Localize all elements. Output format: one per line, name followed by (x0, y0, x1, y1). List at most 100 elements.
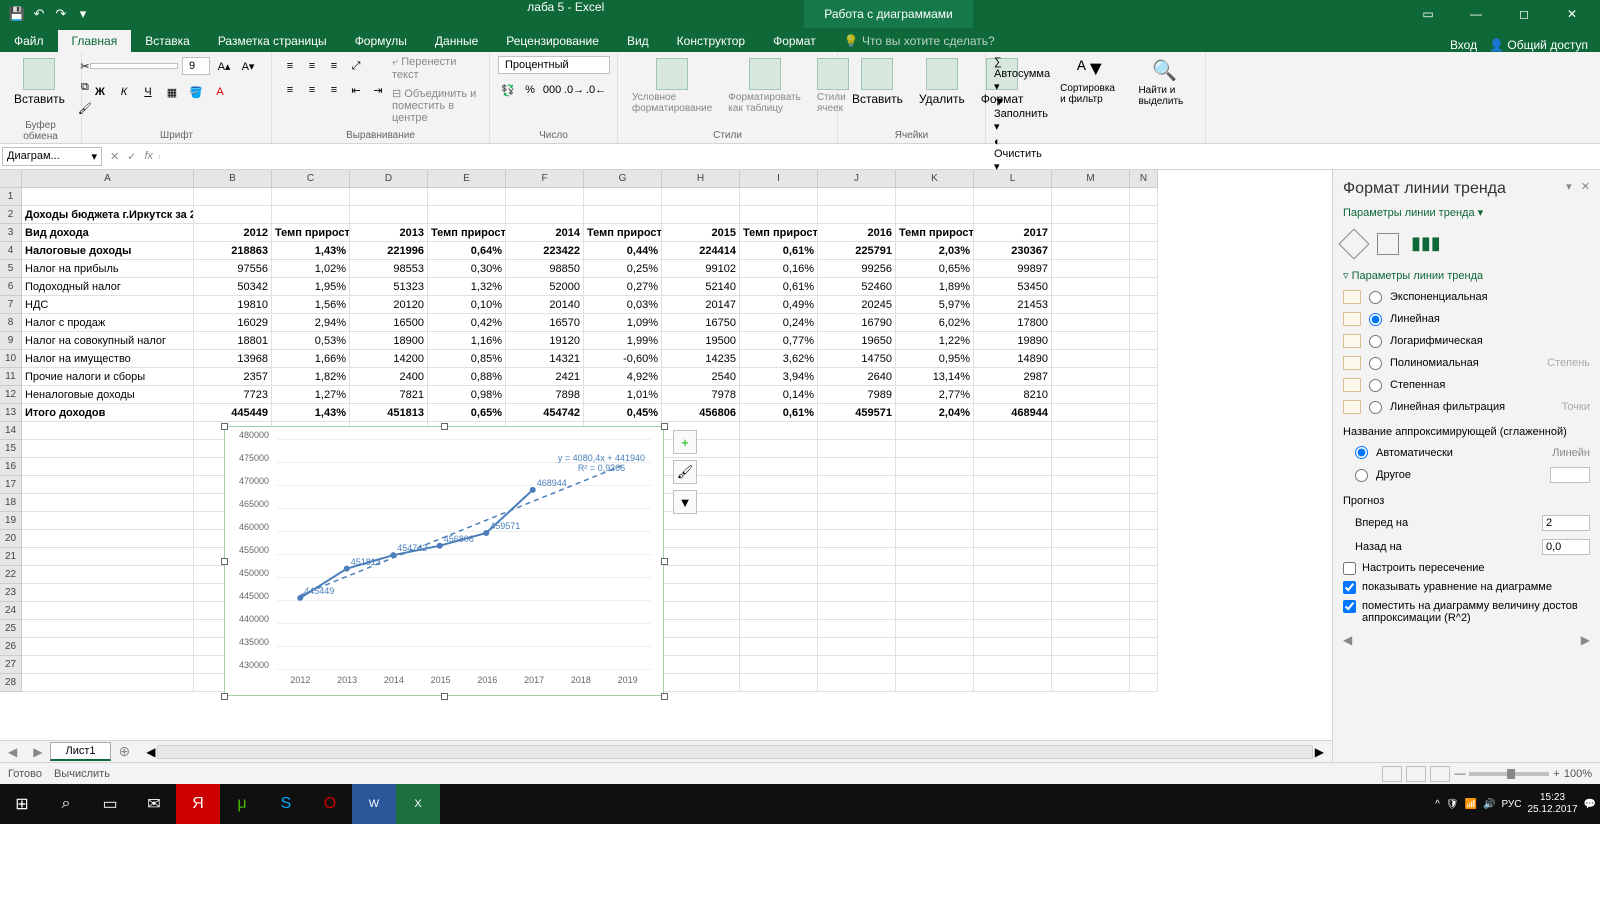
underline-button[interactable]: Ч (138, 82, 158, 102)
mail-icon[interactable]: ✉ (132, 784, 176, 824)
chart-filters-icon[interactable]: ▼ (673, 490, 697, 514)
ribbon-options-icon[interactable]: ▭ (1408, 7, 1448, 21)
linear-radio[interactable] (1369, 313, 1382, 326)
zoom-level[interactable]: 100% (1564, 768, 1592, 780)
increase-font-icon[interactable]: A▴ (214, 56, 234, 76)
comma-icon[interactable]: 000 (542, 80, 562, 100)
sign-in[interactable]: Вход (1450, 38, 1477, 52)
tray-date[interactable]: 25.12.2017 (1527, 804, 1577, 816)
name-box[interactable]: Диаграм...▾ (2, 147, 102, 166)
moving-avg-radio[interactable] (1369, 401, 1382, 414)
tab-view[interactable]: Вид (613, 30, 663, 52)
forecast-backward-input[interactable] (1542, 539, 1590, 555)
borders-icon[interactable]: ▦ (162, 82, 182, 102)
qat-customize-icon[interactable]: ▾ (74, 5, 92, 23)
tell-me[interactable]: Что вы хотите сделать? (862, 34, 995, 48)
show-r2-checkbox[interactable] (1343, 600, 1356, 613)
tab-insert[interactable]: Вставка (131, 30, 204, 52)
chart-elements-icon[interactable]: + (673, 430, 697, 454)
tab-formulas[interactable]: Формулы (341, 30, 421, 52)
tray-lang[interactable]: РУС (1501, 799, 1521, 810)
word-icon[interactable]: W (352, 784, 396, 824)
sort-filter-button[interactable]: ᴬ▼Сортировка и фильтр (1054, 56, 1128, 107)
align-middle-icon[interactable]: ≡ (302, 56, 322, 76)
percent-icon[interactable]: % (520, 80, 540, 100)
sheet-nav-next-icon[interactable]: ▶ (25, 745, 50, 759)
search-icon[interactable]: ⌕ (44, 784, 88, 824)
enter-formula-icon[interactable]: ✓ (127, 150, 136, 163)
skype-icon[interactable]: S (264, 784, 308, 824)
exponential-radio[interactable] (1369, 291, 1382, 304)
wrap-text-button[interactable]: ⤶ Перенести текст (392, 56, 481, 81)
fx-icon[interactable]: fx (144, 150, 153, 163)
zoom-out-icon[interactable]: — (1454, 768, 1465, 780)
sheet-tab[interactable]: Лист1 (50, 742, 110, 761)
insert-cells-button[interactable]: Вставить (846, 56, 909, 108)
paste-button[interactable]: Вставить (8, 56, 71, 108)
tab-data[interactable]: Данные (421, 30, 492, 52)
tab-chart-format[interactable]: Формат (759, 30, 830, 52)
delete-cells-button[interactable]: Удалить (913, 56, 971, 108)
power-radio[interactable] (1369, 379, 1382, 392)
tray-time[interactable]: 15:23 (1527, 792, 1577, 804)
tab-page-layout[interactable]: Разметка страницы (204, 30, 341, 52)
polynomial-radio[interactable] (1369, 357, 1382, 370)
save-icon[interactable]: 💾 (8, 5, 26, 23)
fill-button[interactable]: ▼ Заполнить ▾ (994, 96, 1050, 133)
orientation-icon[interactable]: ⤢ (346, 56, 366, 76)
find-select-button[interactable]: 🔍Найти и выделить (1132, 56, 1197, 109)
indent-dec-icon[interactable]: ⇤ (346, 80, 366, 100)
decrease-font-icon[interactable]: A▾ (238, 56, 258, 76)
pane-section[interactable]: ▿ Параметры линии тренда (1343, 261, 1590, 286)
trendline-options-tab-icon[interactable]: ▮▮▮ (1411, 233, 1433, 255)
set-intercept-checkbox[interactable] (1343, 562, 1356, 575)
add-sheet-icon[interactable]: ⊕ (111, 743, 139, 760)
fill-line-tab-icon[interactable] (1338, 228, 1369, 259)
name-other-input[interactable] (1550, 467, 1590, 483)
minimize-icon[interactable]: — (1456, 7, 1496, 21)
zoom-slider[interactable] (1469, 772, 1549, 776)
dec-decimal-icon[interactable]: .0← (586, 80, 606, 100)
bold-button[interactable]: Ж (90, 82, 110, 102)
effects-tab-icon[interactable] (1377, 233, 1399, 255)
embedded-chart[interactable]: 4300004350004400004450004500004550004600… (224, 426, 664, 696)
conditional-format-button[interactable]: Условное форматирование (626, 56, 718, 116)
worksheet-grid[interactable]: Доходы бюджета г.Иркутск за 2012-2017 го… (22, 188, 1332, 692)
utorrent-icon[interactable]: μ (220, 784, 264, 824)
number-format-dropdown[interactable]: Процентный (498, 56, 610, 74)
tray-volume-icon[interactable]: 🔊 (1483, 799, 1495, 810)
chart-styles-icon[interactable]: 🖌 (673, 460, 697, 484)
show-equation-checkbox[interactable] (1343, 581, 1356, 594)
pane-close-icon[interactable]: ✕ (1581, 181, 1590, 193)
logarithmic-radio[interactable] (1369, 335, 1382, 348)
start-button[interactable]: ⊞ (0, 784, 44, 824)
tray-defender-icon[interactable]: 🛡 (1446, 799, 1459, 810)
indent-inc-icon[interactable]: ⇥ (368, 80, 388, 100)
sheet-nav-prev-icon[interactable]: ◀ (0, 745, 25, 759)
merge-center-button[interactable]: ⊟ Объединить и поместить в центре (392, 87, 481, 124)
name-auto-radio[interactable] (1355, 446, 1368, 459)
excel-icon[interactable]: X (396, 784, 440, 824)
tab-review[interactable]: Рецензирование (492, 30, 613, 52)
align-bottom-icon[interactable]: ≡ (324, 56, 344, 76)
pane-subtitle[interactable]: Параметры линии тренда ▾ (1343, 206, 1590, 227)
italic-button[interactable]: К (114, 82, 134, 102)
maximize-icon[interactable]: ◻ (1504, 7, 1544, 21)
page-break-view-icon[interactable] (1430, 766, 1450, 782)
pane-dropdown-icon[interactable]: ▾ (1566, 181, 1572, 193)
format-as-table-button[interactable]: Форматировать как таблицу (722, 56, 807, 116)
tray-network-icon[interactable]: 📶 (1465, 799, 1477, 810)
column-headers[interactable]: ABCDEFGHIJKLMN (22, 170, 1332, 188)
close-icon[interactable]: ✕ (1552, 7, 1592, 21)
row-headers[interactable]: 1234567891011121314151617181920212223242… (0, 170, 22, 740)
yandex-icon[interactable]: Я (176, 784, 220, 824)
inc-decimal-icon[interactable]: .0→ (564, 80, 584, 100)
name-other-radio[interactable] (1355, 469, 1368, 482)
share-button[interactable]: 👤 Общий доступ (1489, 38, 1588, 52)
font-name-dropdown[interactable] (90, 63, 178, 69)
fill-color-icon[interactable]: 🪣 (186, 82, 206, 102)
tab-chart-design[interactable]: Конструктор (663, 30, 759, 52)
forecast-forward-input[interactable] (1542, 515, 1590, 531)
pane-hscroll-right-icon[interactable]: ▶ (1581, 633, 1590, 647)
font-color-icon[interactable]: A (210, 82, 230, 102)
